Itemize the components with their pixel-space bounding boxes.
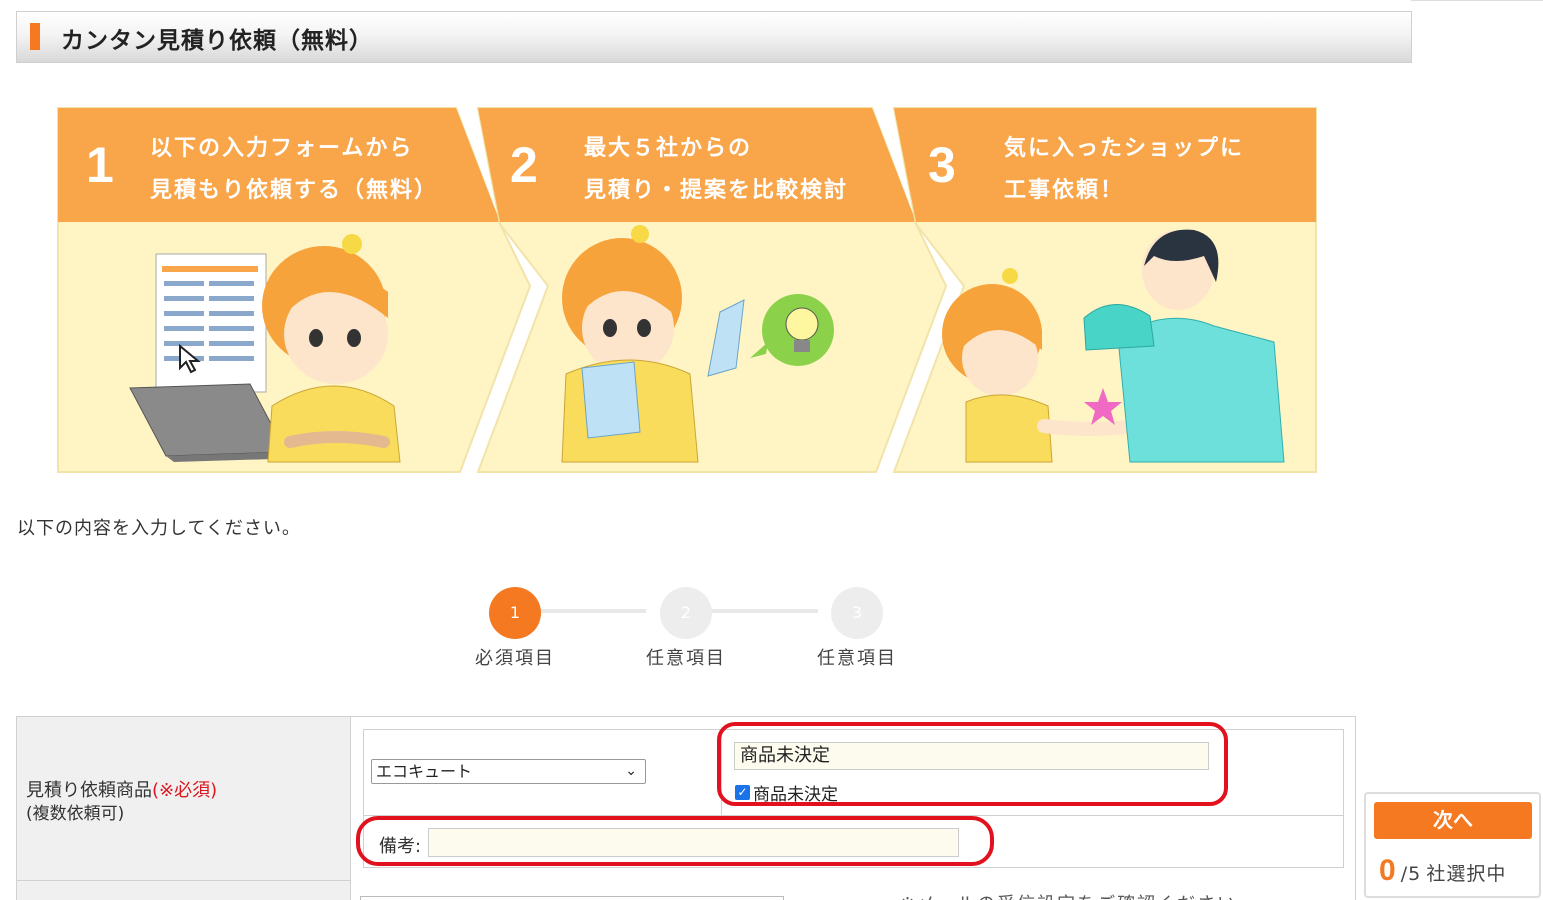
- step-2-line-1: 最大５社からの: [584, 136, 753, 161]
- selection-count: 0 /5 社選択中: [1379, 854, 1506, 888]
- next-row-field-partial[interactable]: [360, 896, 784, 900]
- selection-panel: 次へ 0 /5 社選択中: [1364, 792, 1541, 898]
- step-3-line-2: 工事依頼！: [1004, 178, 1125, 203]
- next-row-label-cell: [17, 881, 351, 900]
- page-title: カンタン見積り依頼（無料）: [61, 28, 373, 54]
- title-accent-mark: [30, 23, 40, 50]
- progress-line-2: [698, 609, 818, 613]
- selected-text: 社選択中: [1426, 863, 1507, 885]
- highlight-ring-note: [356, 816, 994, 866]
- progress-step-1: 1: [489, 587, 541, 639]
- intro-text: 以下の内容を入力してください。: [17, 518, 301, 539]
- next-row-notice: ※メールの受信設定をご確認ください: [900, 890, 1237, 900]
- step-3-number: 3: [928, 137, 956, 193]
- selected-count: 0: [1379, 854, 1396, 887]
- page-header: カンタン見積り依頼（無料）: [16, 11, 1412, 63]
- selected-max: /5: [1400, 863, 1422, 885]
- progress-label-2: 任意項目: [646, 648, 726, 669]
- top-border-line: [1411, 0, 1543, 1]
- step-3-line-1: 気に入ったショップに: [1004, 136, 1245, 161]
- product-label-cell: 見積り依頼商品(※必須) (複数依頼可): [17, 717, 351, 881]
- chevron-down-icon: ⌄: [625, 763, 637, 779]
- step-1-line-1: 以下の入力フォームから: [150, 136, 414, 161]
- step-2-line-2: 見積り・提案を比較検討: [584, 178, 849, 203]
- progress-step-3: 3: [831, 587, 883, 639]
- progress-label-1: 必須項目: [475, 648, 555, 669]
- progress-step-2: 2: [660, 587, 712, 639]
- step-1-number: 1: [86, 137, 114, 193]
- step-1-line-2: 見積もり依頼する（無料）: [150, 178, 439, 203]
- product-label-text: 見積り依頼商品: [26, 780, 152, 801]
- product-select-value: エコキュート: [376, 762, 473, 781]
- product-sublabel: (複数依頼可): [26, 804, 125, 824]
- step-2-number: 2: [510, 137, 538, 193]
- next-button[interactable]: 次へ: [1374, 802, 1532, 839]
- steps-banner: 1 以下の入力フォームから 見積もり依頼する（無料） 2 最大５社からの 見積り…: [54, 106, 1320, 476]
- product-select[interactable]: エコキュート ⌄: [371, 759, 646, 784]
- required-mark: (※必須): [152, 780, 218, 801]
- progress-label-3: 任意項目: [817, 648, 897, 669]
- progress-line-1: [526, 609, 646, 613]
- highlight-ring-undecided: [717, 722, 1228, 806]
- illustration-laptop-girl: [129, 234, 401, 463]
- form-progress: 1 2 3 必須項目 任意項目 任意項目: [470, 584, 910, 674]
